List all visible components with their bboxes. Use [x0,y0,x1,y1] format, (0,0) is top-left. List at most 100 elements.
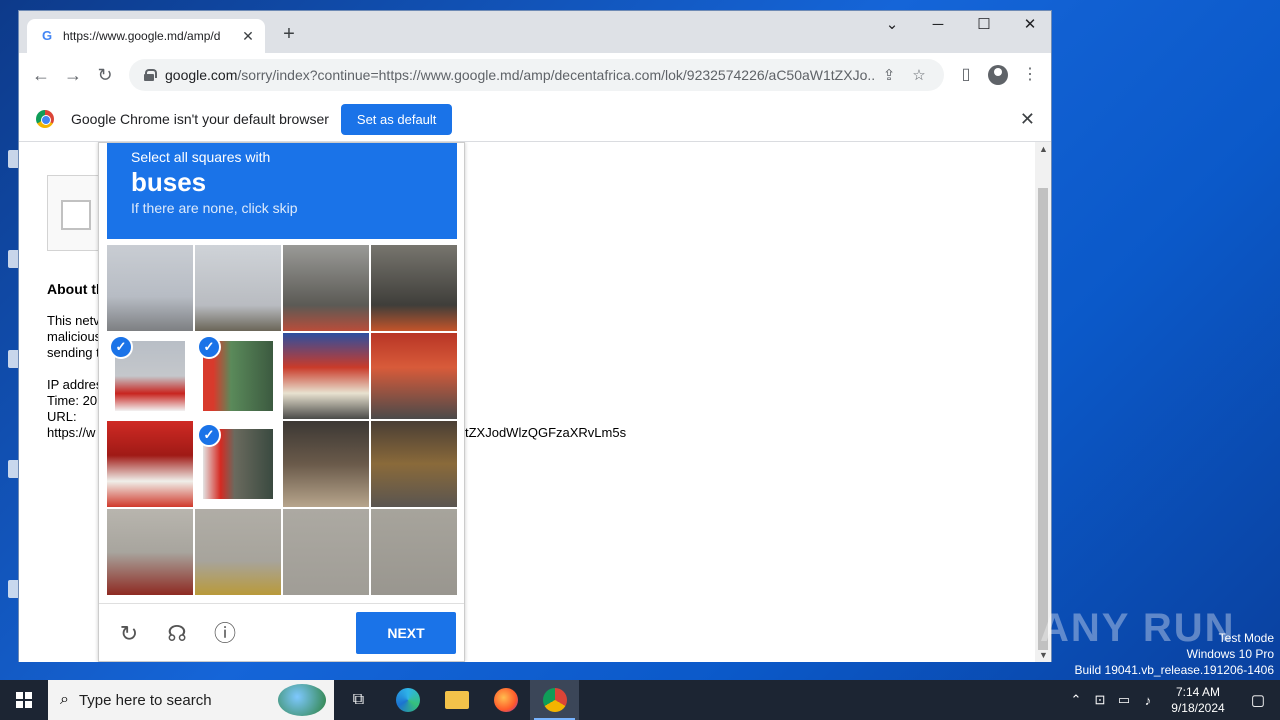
image-tile[interactable] [283,245,369,331]
taskbar-search[interactable]: ⌕ Type here to search [48,680,334,720]
scroll-up-icon[interactable]: ▲ [1039,144,1048,154]
avatar-icon [988,64,1008,85]
para-line: malicious [47,329,102,344]
search-icon: ⌕ [60,691,69,708]
taskbar-clock[interactable]: 7:14 AM 9/18/2024 [1160,684,1236,716]
url-host: google.com [165,67,238,83]
back-icon[interactable]: ← [25,65,57,86]
url-tail: tZXJodWlzQGFzaXRvLm5s [465,425,627,440]
task-view-icon: ⧉ [352,691,365,708]
clock-time: 7:14 AM [1175,685,1221,699]
chrome-icon [542,688,567,712]
device-icon[interactable]: ⊡ [1088,692,1112,708]
image-tile[interactable] [283,509,369,595]
page-scrollbar[interactable]: ▲ ▼ [1035,142,1051,662]
network-icon[interactable]: ▭ [1112,692,1136,708]
edge-taskbar-button[interactable] [383,680,432,720]
folder-icon [444,691,469,709]
search-placeholder: Type here to search [78,691,212,709]
url-path: /sorry/index?continue=https://www.google… [237,67,874,83]
share-icon[interactable]: ⇪ [874,66,904,84]
new-tab-button[interactable]: + [277,23,301,47]
edge-icon [395,688,420,712]
image-tile[interactable] [107,421,193,507]
chrome-taskbar-button[interactable] [530,680,579,720]
challenge-header: Select all squares with buses If there a… [107,143,457,239]
set-default-button[interactable]: Set as default [340,103,453,135]
image-tile[interactable] [195,509,281,595]
windows-logo-icon [16,692,32,708]
explorer-taskbar-button[interactable] [432,680,481,720]
image-tile[interactable] [195,245,281,331]
address-bar[interactable]: google.com/sorry/index?continue=https://… [129,59,944,91]
selected-check-icon: ✓ [109,335,133,359]
volume-icon[interactable]: ♪ [1136,693,1160,708]
clock-date: 9/18/2024 [1171,701,1225,715]
image-tile[interactable] [107,509,193,595]
para-line: This netv [47,313,100,328]
challenge-target: buses [131,167,207,197]
taskbar: ⌕ Type here to search ⧉ ⌃ ⊡ ▭ ♪ 7:14 AM … [0,680,1280,720]
lock-icon[interactable] [143,69,157,81]
challenge-instruction: Select all squares with [131,149,271,165]
tab-search-icon[interactable]: ⌄ [869,11,915,41]
maximize-button[interactable]: ☐ [961,11,1007,41]
notification-center-icon[interactable]: ▢ [1236,691,1280,709]
image-tile[interactable] [371,509,457,595]
selected-check-icon: ✓ [197,423,221,447]
close-window-button[interactable]: ✕ [1007,11,1053,41]
image-tile[interactable] [107,245,193,331]
task-view-button[interactable]: ⧉ [334,680,383,720]
firefox-icon [493,688,518,712]
system-tray: ⌃ ⊡ ▭ ♪ 7:14 AM 9/18/2024 ▢ [1064,680,1280,720]
recaptcha-checkbox-widget[interactable] [47,175,103,251]
test-mode-watermark: Test Mode Windows 10 Pro Build 19041.vb_… [1075,630,1275,678]
google-favicon-icon: G [41,28,53,43]
menu-kebab-icon[interactable]: ⋮ [1015,63,1045,87]
url-value: https://w [47,425,96,440]
recaptcha-challenge: Select all squares with buses If there a… [98,142,465,662]
start-button[interactable] [0,680,48,720]
reload-icon[interactable]: ↻ [89,65,121,86]
selected-check-icon: ✓ [197,335,221,359]
chrome-window: G https://www.google.md/amp/d ✕ + ⌄ ─ ☐ … [18,10,1052,662]
forward-icon[interactable]: → [57,65,89,86]
side-panel-icon[interactable]: ▯ [951,63,981,87]
browser-tab[interactable]: G https://www.google.md/amp/d ✕ [27,19,265,53]
watermark-build: Build 19041.vb_release.191206-1406 [1074,663,1275,677]
scroll-thumb[interactable] [1038,188,1048,650]
bookmark-star-icon[interactable]: ☆ [904,66,934,84]
url-label: URL: [47,409,77,424]
image-tile[interactable] [283,333,369,419]
tab-title: https://www.google.md/amp/d [63,29,221,43]
default-browser-infobar: Google Chrome isn't your default browser… [19,97,1051,142]
image-tile-selected[interactable]: ✓ [195,421,281,507]
image-tile[interactable] [371,333,457,419]
scroll-down-icon[interactable]: ▼ [1039,650,1048,660]
image-tile-selected[interactable]: ✓ [107,333,193,419]
audio-challenge-icon[interactable]: ☊ [163,620,191,648]
info-icon[interactable]: ⓘ [211,620,239,648]
minimize-button[interactable]: ─ [915,11,961,41]
tab-strip: G https://www.google.md/amp/d ✕ + ⌄ ─ ☐ … [19,11,1051,53]
close-tab-icon[interactable]: ✕ [239,28,257,45]
show-hidden-icons-chevron-icon[interactable]: ⌃ [1064,692,1088,708]
image-tile-selected[interactable]: ✓ [195,333,281,419]
about-heading: About th [47,281,105,297]
address-url[interactable]: google.com/sorry/index?continue=https://… [165,67,874,83]
next-button[interactable]: NEXT [356,612,456,654]
time-line: Time: 20 [47,393,98,408]
image-tile[interactable] [371,421,457,507]
close-infobar-icon[interactable]: ✕ [1020,109,1035,130]
toolbar: ← → ↻ google.com/sorry/index?continue=ht… [19,53,1051,97]
image-grid: ✓ ✓ ✓ [107,245,457,595]
watermark-os: Windows 10 Pro [1186,647,1274,661]
challenge-hint: If there are none, click skip [131,200,298,216]
profile-avatar[interactable] [983,63,1013,87]
image-tile[interactable] [283,421,369,507]
firefox-taskbar-button[interactable] [481,680,530,720]
page-content: About th This netv malicious sending t I… [19,142,1037,662]
reload-challenge-icon[interactable]: ↻ [115,620,143,648]
image-tile[interactable] [371,245,457,331]
chrome-logo-icon [36,110,54,128]
